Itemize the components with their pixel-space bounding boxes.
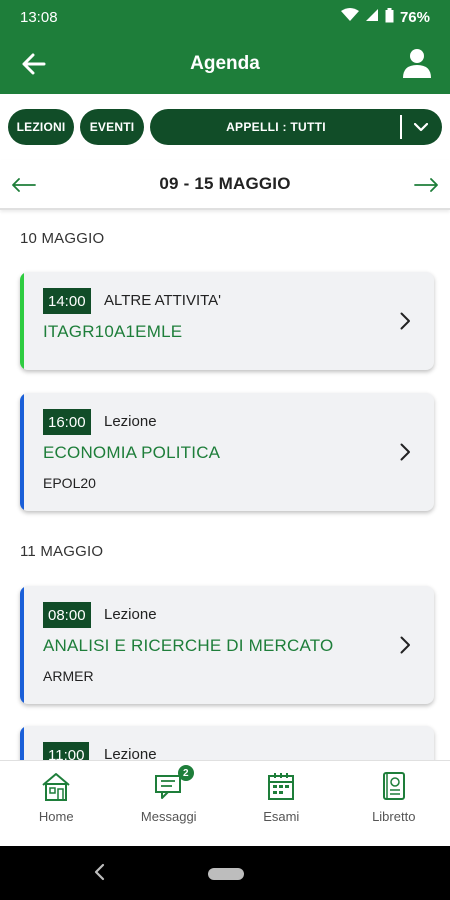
event-time: 14:00 [43,288,91,314]
event-name: ANALISI E RICERCHE DI MERCATO [43,636,334,655]
appelli-select[interactable]: APPELLI : TUTTI [150,109,442,145]
bottom-nav: Home 2 Messaggi Esami Libretto [0,760,450,846]
app-bar: Agenda [0,34,450,94]
chevron-right-icon [398,635,412,655]
event-accent-bar [20,393,24,511]
event-time: 16:00 [43,409,91,435]
nav-label: Messaggi [140,809,197,824]
messages-badge: 2 [177,765,194,781]
status-bar: 13:08 76% [0,0,450,34]
event-name: ITAGR10A1EMLE [43,322,183,341]
battery-icon [385,7,394,27]
event-card[interactable]: 14:00 ALTRE ATTIVITA' ITAGR10A1EMLE [20,272,434,370]
next-week-arrow-icon[interactable] [412,174,440,196]
appelli-select-label: APPELLI : TUTTI [226,120,326,134]
event-code: EPOL20 [43,475,96,491]
nav-label: Home [38,809,74,824]
day-header: 11 MAGGIO [20,543,104,560]
event-type: ALTRE ATTIVITA' [104,292,222,309]
event-accent-bar [20,272,24,370]
battery-level: 76% [399,8,430,26]
booklet-icon [377,769,411,803]
status-time: 13:08 [20,8,58,26]
select-divider [400,115,402,139]
system-home-pill[interactable] [208,868,244,880]
event-type: Lezione [104,746,157,760]
filter-lezioni-button[interactable]: LEZIONI [8,109,74,145]
event-type: Lezione [104,413,157,430]
status-icons: 76% [340,7,430,27]
week-navigator: 09 - 15 MAGGIO [0,160,450,210]
day-header: 10 MAGGIO [20,230,105,247]
chevron-right-icon [398,442,412,462]
home-icon [39,769,73,803]
chevron-right-icon [398,311,412,331]
event-time: 11:00 [43,742,90,760]
event-accent-bar [20,726,24,760]
system-nav-bar [0,846,450,900]
signal-icon [365,8,379,26]
filter-bar: LEZIONI EVENTI APPELLI : TUTTI [0,94,450,160]
event-accent-bar [20,586,24,704]
nav-home[interactable]: Home [0,761,113,846]
nav-esami[interactable]: Esami [225,761,338,846]
previous-week-arrow-icon[interactable] [10,174,38,196]
event-code: ARMER [43,668,94,684]
filter-eventi-button[interactable]: EVENTI [80,109,144,145]
event-card[interactable]: 16:00 Lezione ECONOMIA POLITICA EPOL20 [20,393,434,511]
wifi-icon [340,8,359,26]
nav-libretto[interactable]: Libretto [338,761,450,846]
event-card[interactable]: 11:00 Lezione [20,726,434,760]
page-title: Agenda [190,53,260,74]
event-card[interactable]: 08:00 Lezione ANALISI E RICERCHE DI MERC… [20,586,434,704]
agenda-list[interactable]: 10 MAGGIO 14:00 ALTRE ATTIVITA' ITAGR10A… [0,212,450,760]
user-icon[interactable] [400,46,434,80]
nav-label: Esami [263,809,300,824]
calendar-icon [264,769,298,803]
chevron-down-icon [412,119,430,135]
system-back-icon[interactable] [88,861,110,883]
event-type: Lezione [104,606,157,623]
event-time: 08:00 [43,602,91,628]
nav-messaggi[interactable]: 2 Messaggi [113,761,226,846]
nav-label: Libretto [372,809,416,824]
week-range: 09 - 15 MAGGIO [159,174,291,193]
arrow-left-icon[interactable] [18,48,50,80]
event-name: ECONOMIA POLITICA [43,443,221,462]
